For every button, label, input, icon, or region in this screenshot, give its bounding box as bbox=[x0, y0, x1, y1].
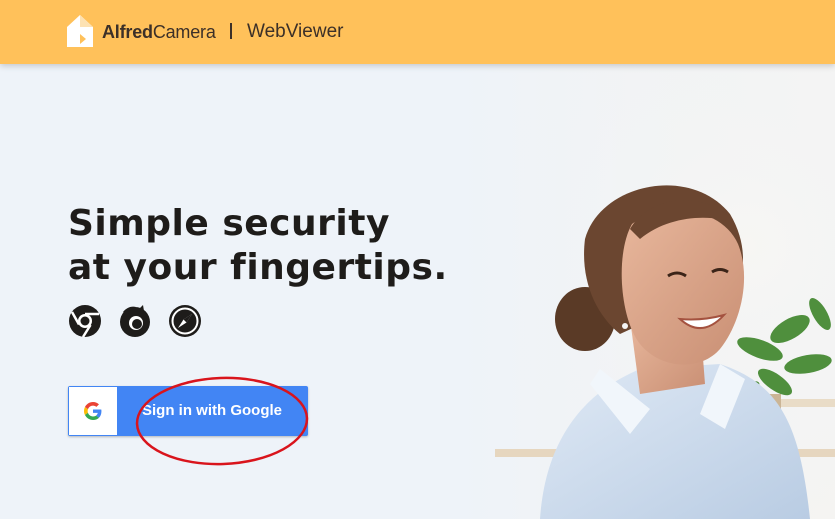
brand-logo-text[interactable]: AlfredCamera bbox=[102, 20, 216, 44]
hero-section bbox=[0, 64, 835, 519]
sign-in-with-google-button[interactable]: Sign in with Google bbox=[68, 386, 308, 436]
alfred-home-icon[interactable] bbox=[66, 14, 94, 48]
headline-line-2: at your fingertips. bbox=[68, 247, 448, 288]
sign-in-label: Sign in with Google bbox=[142, 402, 282, 419]
top-header-bar: AlfredCamera WebViewer bbox=[0, 0, 835, 64]
google-g-icon bbox=[84, 402, 102, 420]
google-icon-container bbox=[69, 387, 117, 435]
chrome-icon bbox=[69, 305, 101, 338]
safari-icon bbox=[169, 305, 201, 337]
product-name: WebViewer bbox=[247, 21, 344, 42]
headline-line-1: Simple security bbox=[68, 203, 390, 244]
smiling-woman-photo bbox=[400, 64, 835, 519]
hero-headline: Simple security at your fingertips. bbox=[68, 202, 488, 290]
brand-name-regular: Camera bbox=[152, 22, 216, 42]
firefox-icon bbox=[120, 305, 150, 337]
brand-name-bold: Alfred bbox=[102, 22, 153, 42]
header-divider bbox=[230, 23, 232, 39]
